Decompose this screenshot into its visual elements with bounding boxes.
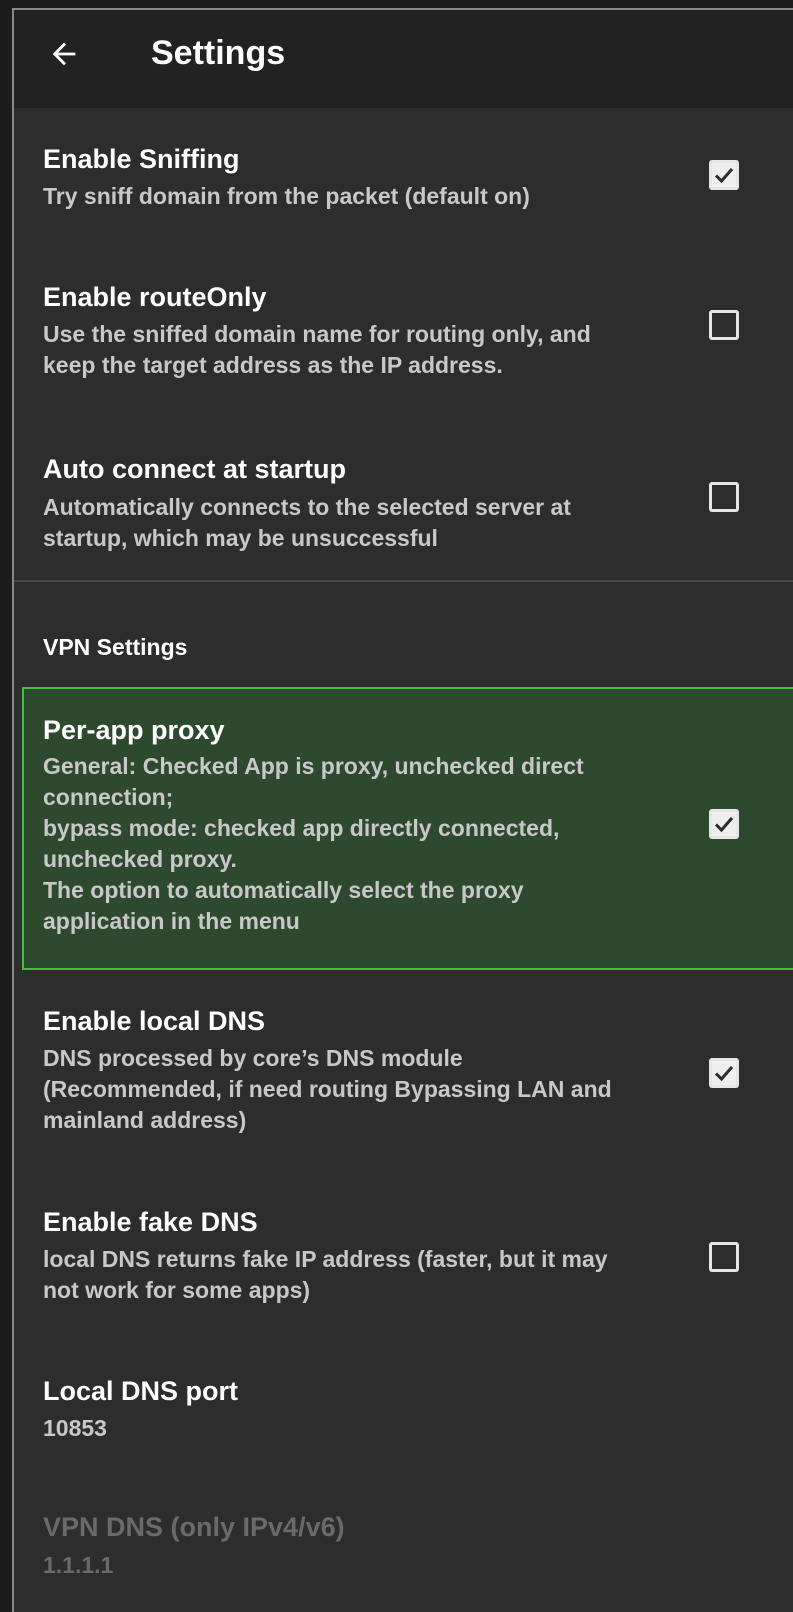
pref-title: VPN DNS (only IPv4/v6) [43,1512,345,1542]
pref-summary: Try sniff domain from the packet (defaul… [43,183,530,209]
section-divider [14,580,793,582]
pref-title: Per-app proxy [43,715,225,745]
sniffing-checkbox[interactable] [709,160,739,190]
page-title: Settings [151,34,286,72]
pref-summary: DNS processed by core’s DNS module (Reco… [43,1045,612,1133]
arrow-left-icon [52,42,76,66]
pref-enable-sniffing[interactable]: Enable Sniffing Try sniff domain from th… [14,108,793,248]
pref-per-app-proxy[interactable]: Per-app proxy General: Checked App is pr… [14,687,793,970]
fake-dns-checkbox[interactable] [709,1242,739,1272]
pref-value: 10853 [43,1415,107,1441]
pref-title: Enable fake DNS [43,1207,258,1237]
pref-value: 1.1.1.1 [43,1552,114,1578]
pref-enable-fake-dns[interactable]: Enable fake DNS local DNS returns fake I… [14,1170,793,1340]
auto-connect-checkbox[interactable] [709,482,739,512]
category-title-vpn-settings: VPN Settings [43,634,188,660]
per-app-proxy-checkbox[interactable] [709,809,739,839]
pref-auto-connect[interactable]: Auto connect at startup Automatically co… [14,418,793,580]
pref-summary: local DNS returns fake IP address (faste… [43,1246,608,1303]
app-bar: Settings [14,10,793,108]
local-dns-checkbox[interactable] [709,1058,739,1088]
pref-summary: General: Checked App is proxy, unchecked… [43,753,584,934]
settings-screen: Settings Enable Sniffing Try sniff domai… [12,8,793,1612]
pref-title: Auto connect at startup [43,454,347,484]
pref-title: Enable Sniffing [43,144,240,174]
route-only-checkbox[interactable] [709,310,739,340]
pref-enable-local-dns[interactable]: Enable local DNS DNS processed by core’s… [14,970,793,1170]
checkmark-icon [714,817,734,833]
pref-vpn-dns: VPN DNS (only IPv4/v6) 1.1.1.1 [14,1470,793,1612]
pref-local-dns-port[interactable]: Local DNS port 10853 [14,1340,793,1470]
checkmark-icon [714,1066,734,1082]
pref-summary: Automatically connects to the selected s… [43,494,571,551]
pref-summary: Use the sniffed domain name for routing … [43,321,591,378]
pref-title: Enable local DNS [43,1006,266,1036]
pref-enable-route-only[interactable]: Enable routeOnly Use the sniffed domain … [14,248,793,418]
pref-title: Enable routeOnly [43,282,267,312]
checkmark-icon [714,168,734,184]
pref-title: Local DNS port [43,1376,239,1406]
back-button[interactable] [40,30,88,78]
